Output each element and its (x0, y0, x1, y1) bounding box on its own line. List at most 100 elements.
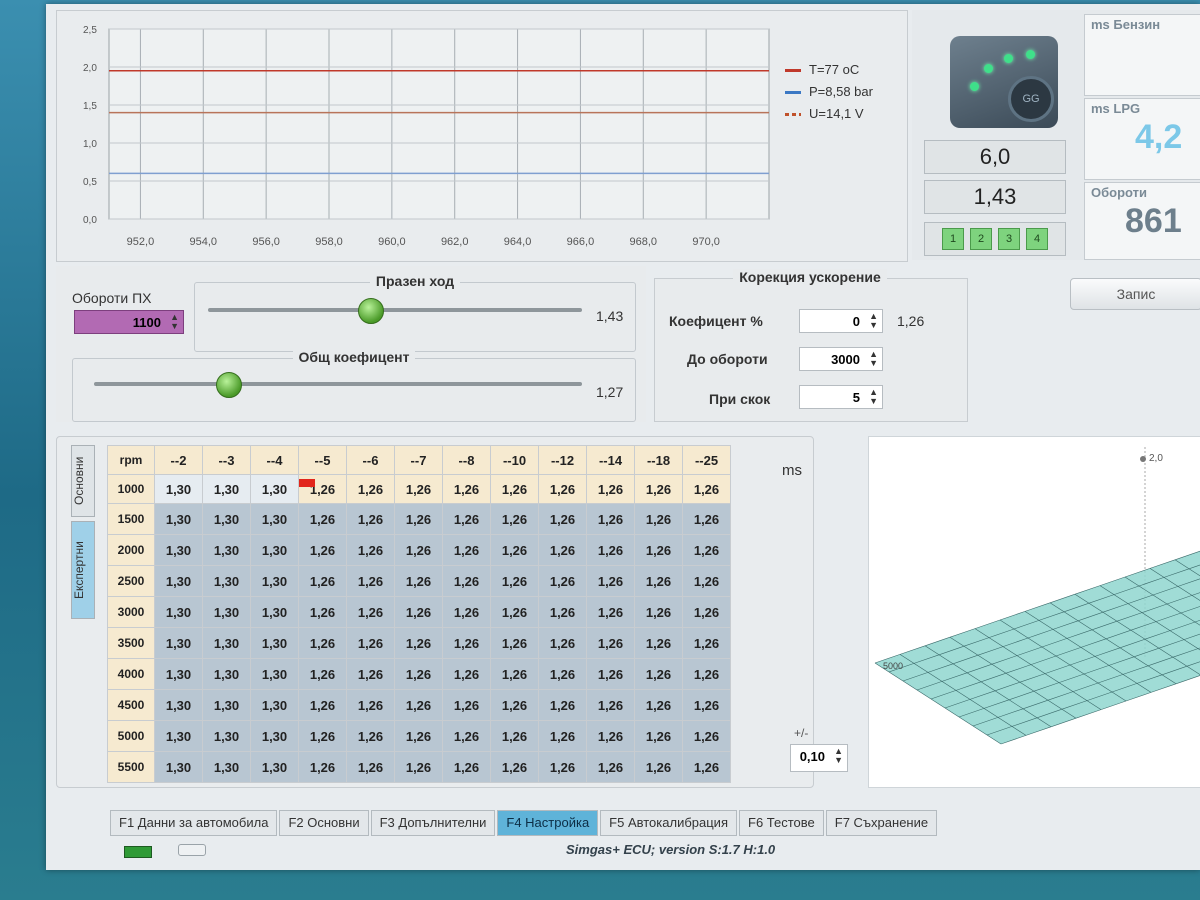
map-cell[interactable]: 1,30 (202, 503, 251, 535)
map-cell[interactable]: 1,26 (394, 503, 443, 535)
map-cell[interactable]: 1,26 (346, 627, 395, 659)
map-cell[interactable]: 1,26 (490, 751, 539, 783)
map-cell[interactable]: 1,26 (394, 534, 443, 566)
map-cell[interactable]: 1,26 (538, 503, 587, 535)
map-cell[interactable]: 1,26 (682, 534, 731, 566)
map-cell[interactable]: 1,26 (490, 720, 539, 752)
map-cell[interactable]: 1,26 (490, 596, 539, 628)
row-header[interactable]: 2500 (107, 565, 155, 597)
stepper-arrows-icon[interactable]: ▲ ▼ (869, 350, 878, 368)
map-cell[interactable]: 1,30 (154, 627, 203, 659)
map-cell[interactable]: 1,26 (490, 534, 539, 566)
map-cell[interactable]: 1,30 (154, 565, 203, 597)
column-header[interactable]: --18 (634, 445, 683, 475)
map-cell[interactable]: 1,26 (538, 627, 587, 659)
row-header[interactable]: 1500 (107, 503, 155, 535)
map-cell[interactable]: 1,30 (202, 474, 251, 504)
map-cell[interactable]: 1,26 (394, 596, 443, 628)
map-cell[interactable]: 1,30 (202, 596, 251, 628)
column-header[interactable]: --6 (346, 445, 395, 475)
map-cell[interactable]: 1,30 (250, 627, 299, 659)
tab-basic-vertical[interactable]: Основни (71, 445, 95, 517)
map-cell[interactable]: 1,26 (682, 627, 731, 659)
stepper-arrows-icon[interactable]: ▲ ▼ (834, 747, 843, 765)
map-cell[interactable]: 1,26 (538, 720, 587, 752)
map-cell[interactable]: 1,30 (250, 565, 299, 597)
column-header[interactable]: --2 (154, 445, 203, 475)
map-cell[interactable]: 1,26 (586, 534, 635, 566)
map-cell[interactable]: 1,30 (250, 474, 299, 504)
map-cell[interactable]: 1,26 (346, 596, 395, 628)
column-header[interactable]: --8 (442, 445, 491, 475)
map-cell[interactable]: 1,26 (298, 658, 347, 690)
map-cell[interactable]: 1,30 (154, 720, 203, 752)
map-cell[interactable]: 1,30 (154, 658, 203, 690)
tab-f7[interactable]: F7 Съхранение (825, 810, 938, 836)
map-cell[interactable]: 1,26 (442, 565, 491, 597)
map-cell[interactable]: 1,26 (634, 751, 683, 783)
map-cell[interactable]: 1,26 (394, 689, 443, 721)
column-header[interactable]: --4 (250, 445, 299, 475)
map-cell[interactable]: 1,26 (298, 534, 347, 566)
map-cell[interactable]: 1,26 (490, 689, 539, 721)
map-cell[interactable]: 1,30 (154, 503, 203, 535)
map-cell[interactable]: 1,26 (538, 689, 587, 721)
map-cell[interactable]: 1,26 (586, 627, 635, 659)
tab-f5[interactable]: F5 Автокалибрация (600, 810, 737, 836)
map-cell[interactable]: 1,30 (154, 689, 203, 721)
map-cell[interactable]: 1,30 (250, 720, 299, 752)
map-cell[interactable]: 1,26 (634, 474, 683, 504)
map-cell[interactable]: 1,30 (202, 720, 251, 752)
map-cell[interactable]: 1,30 (154, 751, 203, 783)
map-cell[interactable]: 1,26 (586, 596, 635, 628)
map-cell[interactable]: 1,26 (394, 565, 443, 597)
global-coef-slider-handle[interactable] (216, 372, 242, 398)
map-cell[interactable]: 1,26 (394, 720, 443, 752)
global-coef-slider-track[interactable] (94, 382, 582, 386)
stepper-arrows-icon[interactable]: ▲ ▼ (170, 313, 179, 331)
tab-f6[interactable]: F6 Тестове (739, 810, 824, 836)
map-cell[interactable]: 1,26 (346, 689, 395, 721)
map-cell[interactable]: 1,26 (346, 658, 395, 690)
map-cell[interactable]: 1,26 (346, 474, 395, 504)
map-cell[interactable]: 1,26 (298, 751, 347, 783)
map-cell[interactable]: 1,26 (586, 751, 635, 783)
map-cell[interactable]: 1,30 (250, 596, 299, 628)
coef-stepper[interactable]: 0 ▲ ▼ (799, 309, 883, 333)
map-cell[interactable]: 1,26 (394, 751, 443, 783)
row-header[interactable]: 5000 (107, 720, 155, 752)
map-cell[interactable]: 1,26 (394, 474, 443, 504)
stepper-arrows-icon[interactable]: ▲ ▼ (869, 312, 878, 330)
map-cell[interactable]: 1,26 (442, 503, 491, 535)
map-cell[interactable]: 1,30 (250, 658, 299, 690)
map-cell[interactable]: 1,26 (538, 751, 587, 783)
map-cell[interactable]: 1,26 (682, 596, 731, 628)
map-cell[interactable]: 1,26 (298, 503, 347, 535)
map-cell[interactable]: 1,26 (682, 474, 731, 504)
tab-f4[interactable]: F4 Настройка (497, 810, 599, 836)
map-cell[interactable]: 1,26 (538, 658, 587, 690)
map-cell[interactable]: 1,30 (202, 627, 251, 659)
map-cell[interactable]: 1,26 (346, 534, 395, 566)
map-cell[interactable]: 1,30 (250, 689, 299, 721)
map-cell[interactable]: 1,26 (682, 503, 731, 535)
row-header[interactable]: 3500 (107, 627, 155, 659)
map-cell[interactable]: 1,26 (586, 720, 635, 752)
map-cell[interactable]: 1,26 (490, 658, 539, 690)
map-cell[interactable]: 1,26 (634, 658, 683, 690)
map-cell[interactable]: 1,30 (202, 658, 251, 690)
map-cell[interactable]: 1,30 (202, 534, 251, 566)
stepper-arrows-icon[interactable]: ▲ ▼ (869, 388, 878, 406)
tab-f1[interactable]: F1 Данни за автомобила (110, 810, 278, 836)
column-header[interactable]: --10 (490, 445, 539, 475)
map-cell[interactable]: 1,26 (538, 565, 587, 597)
map-cell[interactable]: 1,26 (634, 565, 683, 597)
map-cell[interactable]: 1,26 (394, 627, 443, 659)
map-cell[interactable]: 1,26 (634, 534, 683, 566)
column-header[interactable]: --14 (586, 445, 635, 475)
map-cell[interactable]: 1,26 (298, 596, 347, 628)
map-cell[interactable]: 1,30 (154, 534, 203, 566)
map-cell[interactable]: 1,26 (394, 658, 443, 690)
map-cell[interactable]: 1,26 (682, 751, 731, 783)
map-cell[interactable]: 1,30 (154, 474, 203, 504)
